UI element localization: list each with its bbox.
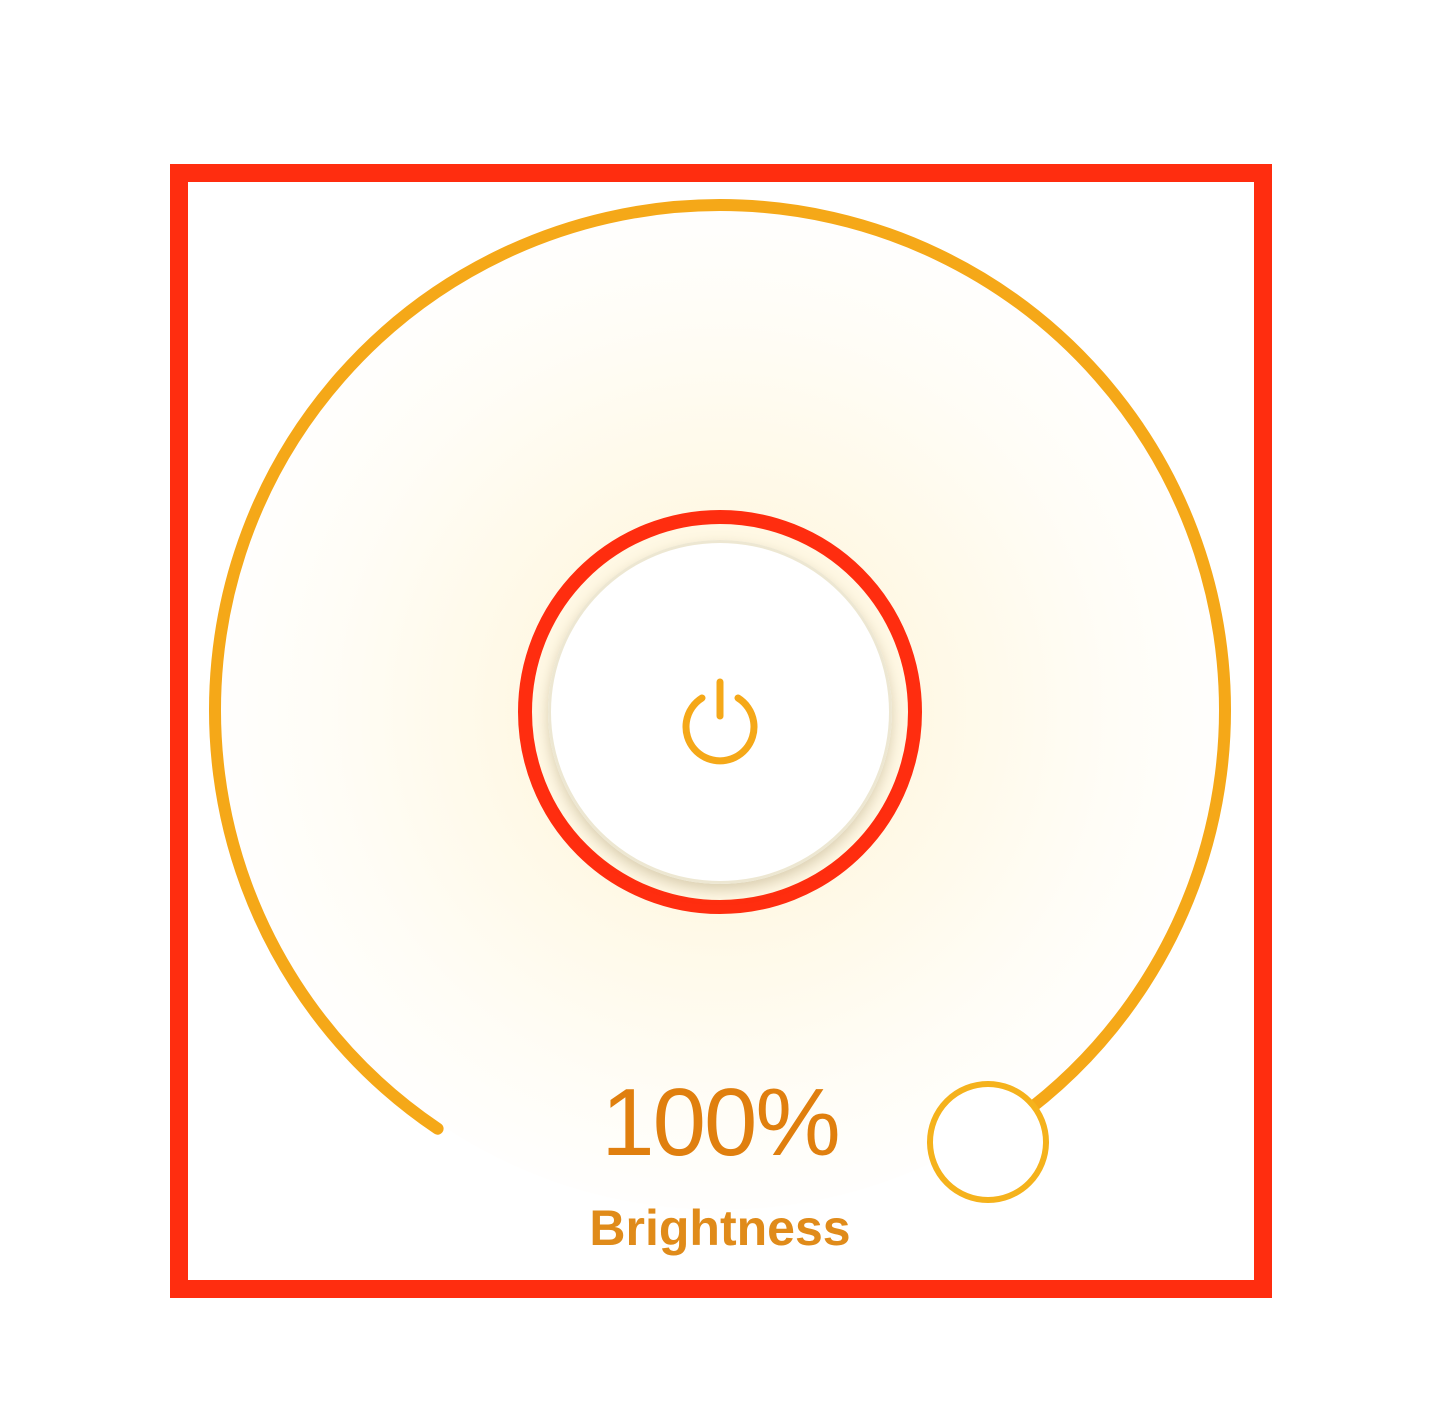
slider-handle[interactable] (927, 1081, 1049, 1203)
brightness-label: Brightness (589, 1200, 851, 1256)
brightness-value: 100% (601, 1069, 841, 1176)
power-icon (682, 678, 758, 765)
